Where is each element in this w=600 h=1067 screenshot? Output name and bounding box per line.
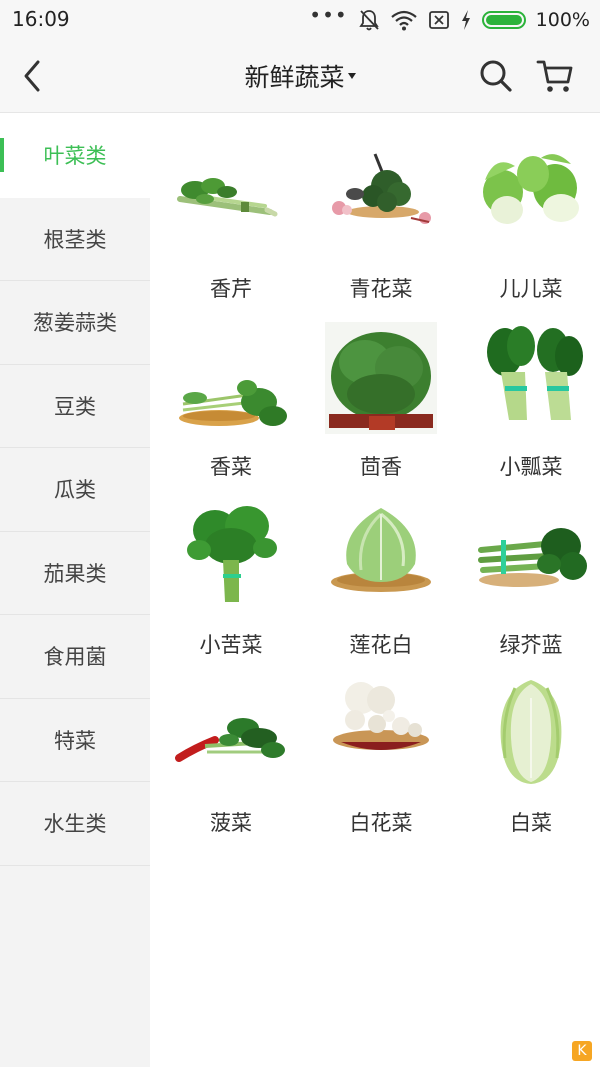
battery-percent: 100%	[535, 9, 590, 31]
caret-down-icon	[347, 73, 356, 79]
sidebar-item-label: 特菜	[54, 728, 96, 753]
sidebar-item-label: 根茎类	[43, 227, 107, 252]
product-image	[187, 506, 277, 602]
product-item[interactable]: 香芹	[156, 144, 306, 322]
product-name: 菠菜	[210, 811, 252, 835]
sidebar-item-label: 茄果类	[43, 561, 107, 586]
product-name: 小瓢菜	[499, 455, 563, 479]
mute-bell-icon	[358, 10, 379, 31]
product-item[interactable]: 绿芥蓝	[456, 500, 600, 678]
product-item[interactable]: 青花菜	[306, 144, 456, 322]
product-image	[332, 153, 431, 224]
sidebar-item-label: 叶菜类	[43, 144, 107, 169]
product-item[interactable]: 茴香	[306, 322, 456, 500]
product-name: 茴香	[360, 455, 402, 479]
status-time: 16:09	[12, 7, 70, 31]
sim-off-icon	[428, 11, 449, 29]
product-image	[483, 154, 579, 224]
category-sidebar: 叶菜类 根茎类 葱姜蒜类 豆类 瓜类 茄果类 食用菌 特菜 水生类	[0, 114, 150, 1067]
product-image	[179, 380, 287, 426]
product-name: 香菜	[210, 455, 252, 479]
product-image	[478, 528, 587, 587]
status-bar: 16:09 ••• 100%	[0, 0, 600, 40]
product-item[interactable]: 小苦菜	[156, 500, 306, 678]
product-image	[175, 718, 285, 762]
sidebar-item-mushrooms[interactable]: 食用菌	[0, 615, 150, 699]
status-icons: ••• 100%	[309, 3, 590, 34]
sidebar-item-leafy[interactable]: 叶菜类	[0, 114, 150, 198]
product-name: 绿芥蓝	[499, 633, 563, 657]
sidebar-item-label: 水生类	[43, 812, 107, 837]
cart-icon[interactable]	[535, 56, 575, 96]
product-item[interactable]: 香菜	[156, 322, 306, 500]
sidebar-item-label: 豆类	[54, 394, 96, 419]
product-name: 儿儿菜	[499, 277, 563, 301]
product-name: 香芹	[210, 277, 252, 301]
product-item[interactable]: 莲花白	[306, 500, 456, 678]
product-name: 青花菜	[349, 277, 413, 301]
wifi-icon	[390, 10, 417, 31]
product-grid-area: 香芹 青花菜 儿儿菜 香菜 茴香 小瓢菜 小苦菜 莲花白 绿芥蓝 菠菜 白花菜 …	[150, 114, 600, 1067]
sidebar-item-label: 食用菌	[43, 645, 107, 670]
product-item[interactable]: 小瓢菜	[456, 322, 600, 500]
sidebar-item-solanaceous[interactable]: 茄果类	[0, 532, 150, 615]
product-name: 小苦菜	[199, 633, 263, 657]
product-name: 白菜	[510, 811, 552, 835]
sidebar-item-onion-ginger-garlic[interactable]: 葱姜蒜类	[0, 281, 150, 365]
page-title-text: 新鲜蔬菜	[244, 63, 345, 92]
product-image	[325, 322, 437, 434]
product-item[interactable]: 儿儿菜	[456, 144, 600, 322]
product-item[interactable]: 菠菜	[156, 678, 306, 856]
product-image	[333, 682, 429, 750]
charging-icon	[461, 10, 470, 30]
sidebar-item-label: 葱姜蒜类	[33, 311, 117, 336]
search-icon[interactable]	[478, 58, 514, 94]
battery-icon	[481, 11, 526, 29]
product-image	[500, 680, 562, 784]
more-dots-icon: •••	[309, 3, 348, 27]
product-image	[487, 326, 583, 420]
sidebar-item-label: 瓜类	[54, 478, 96, 503]
sidebar-item-beans[interactable]: 豆类	[0, 365, 150, 448]
sidebar-item-aquatic[interactable]: 水生类	[0, 782, 150, 866]
sidebar-item-special[interactable]: 特菜	[0, 699, 150, 782]
product-item[interactable]: 白菜	[456, 678, 600, 856]
sidebar-item-root[interactable]: 根茎类	[0, 198, 150, 281]
product-name: 白花菜	[349, 811, 413, 835]
watermark-logo: K	[572, 1041, 592, 1061]
app-header: 新鲜蔬菜	[0, 40, 600, 113]
product-image	[177, 178, 278, 217]
product-name: 莲花白	[349, 633, 413, 657]
watermark-logo-icon: K	[572, 1041, 592, 1061]
product-grid: 香芹 青花菜 儿儿菜 香菜 茴香 小瓢菜 小苦菜 莲花白 绿芥蓝 菠菜 白花菜 …	[156, 144, 592, 856]
product-item[interactable]: 白花菜	[306, 678, 456, 856]
product-image	[331, 508, 431, 592]
sidebar-item-melons[interactable]: 瓜类	[0, 448, 150, 532]
